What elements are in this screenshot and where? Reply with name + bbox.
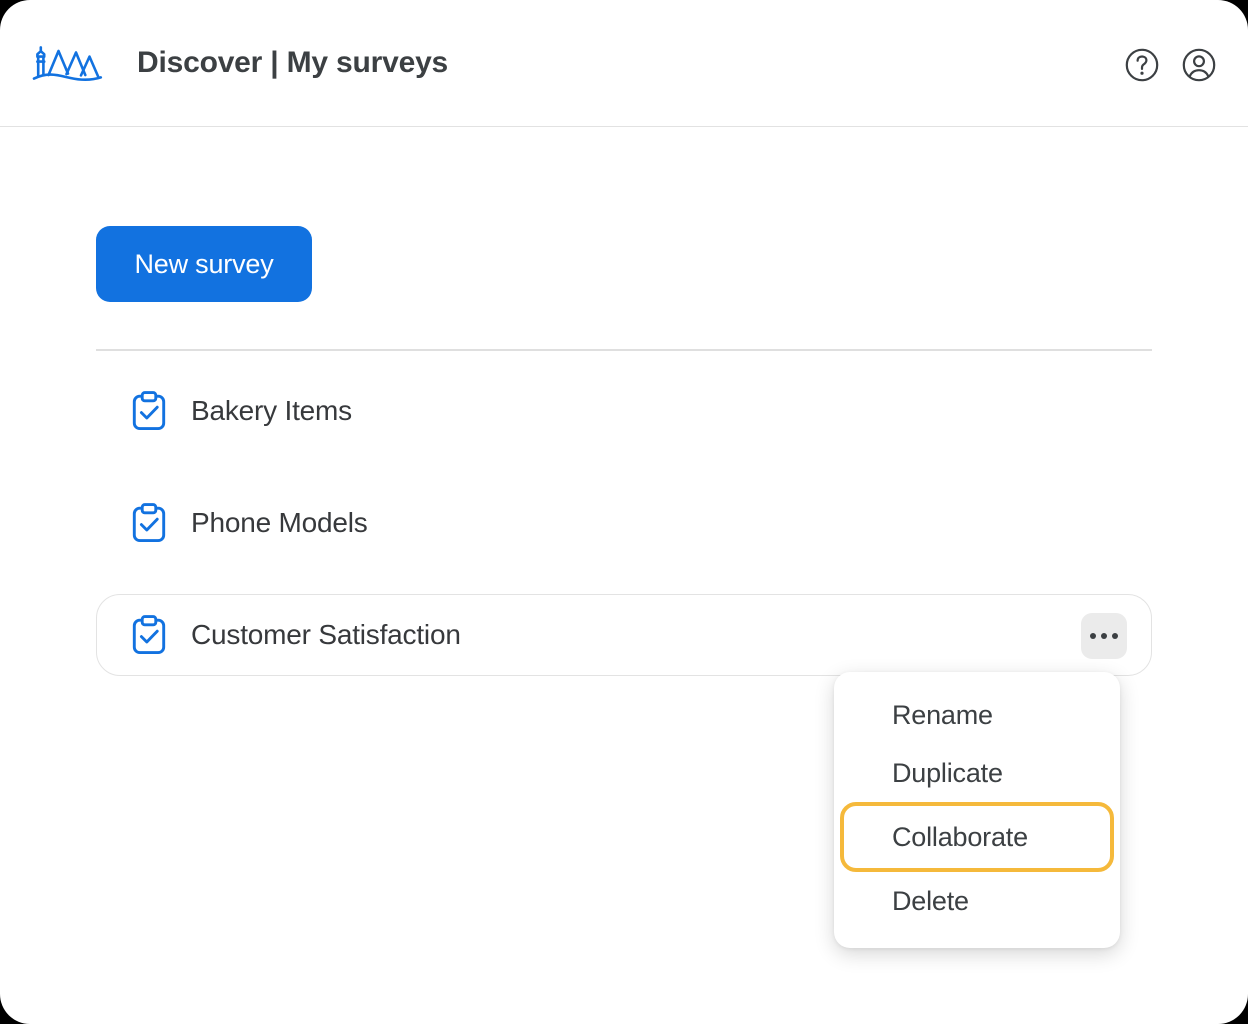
menu-item-duplicate[interactable]: Duplicate (840, 744, 1114, 802)
survey-list: Bakery Items Phone Models Customer Satis… (0, 370, 1248, 676)
clipboard-check-icon (131, 391, 167, 431)
menu-item-delete[interactable]: Delete (840, 872, 1114, 930)
dot (1101, 633, 1107, 639)
app-window: Discover | My surveys New survey Bakery … (0, 0, 1248, 1024)
new-survey-button[interactable]: New survey (96, 226, 312, 302)
dot (1090, 633, 1096, 639)
clipboard-check-icon (131, 615, 167, 655)
context-menu: Rename Duplicate Collaborate Delete (834, 672, 1120, 948)
survey-list-item-customer-satisfaction[interactable]: Customer Satisfaction (96, 594, 1152, 676)
page-title: Discover | My surveys (137, 46, 449, 79)
survey-list-item-label: Bakery Items (191, 395, 352, 426)
clipboard-check-icon (131, 503, 167, 543)
menu-item-collaborate[interactable]: Collaborate (840, 802, 1114, 872)
survey-list-item-label: Customer Satisfaction (191, 619, 461, 650)
survey-list-item-bakery-items[interactable]: Bakery Items (96, 370, 1152, 452)
survey-list-item-label: Phone Models (191, 507, 368, 538)
menu-item-rename[interactable]: Rename (840, 686, 1114, 744)
section-divider (96, 349, 1152, 351)
more-horizontal-icon-button[interactable] (1081, 613, 1127, 659)
help-circle-icon[interactable] (1123, 46, 1161, 84)
dot (1112, 633, 1118, 639)
account-circle-icon[interactable] (1180, 46, 1218, 84)
survey-list-item-phone-models[interactable]: Phone Models (96, 482, 1152, 564)
header-actions (1123, 46, 1218, 84)
mountains-lighthouse-logo-icon[interactable] (28, 42, 108, 90)
app-header: Discover | My surveys (0, 0, 1248, 127)
